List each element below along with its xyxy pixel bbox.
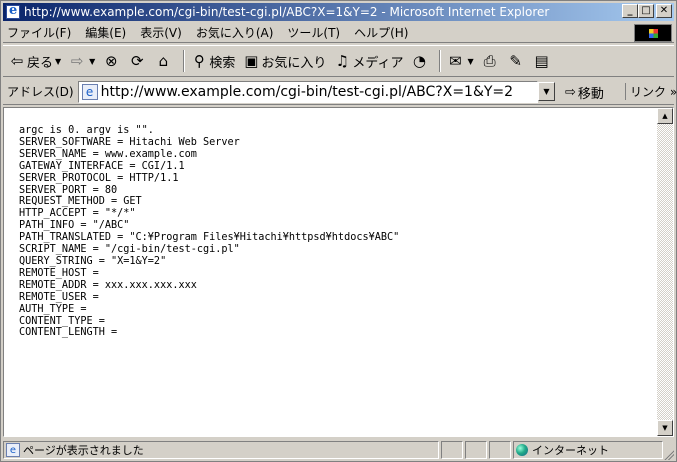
menu-help[interactable]: ヘルプ(H) — [354, 24, 408, 41]
status-text: ページが表示されました — [23, 444, 144, 457]
favorites-label: お気に入り — [261, 55, 327, 71]
menu-edit[interactable]: 編集(E) — [85, 24, 126, 41]
address-bar: アドレス(D) e http://www.example.com/cgi-bin… — [3, 79, 677, 105]
stop-button[interactable]: ⊗ — [101, 51, 121, 71]
forward-button[interactable]: ⇨ ▼ — [67, 51, 95, 71]
address-label: アドレス(D) — [7, 85, 74, 99]
forward-dropdown-icon[interactable]: ▼ — [89, 57, 95, 66]
output-line: SERVER_PORT = 80 — [19, 184, 118, 196]
output-line: SERVER_SOFTWARE = Hitachi Web Server — [19, 136, 240, 148]
title-bar[interactable]: http://www.example.com/cgi-bin/test-cgi.… — [3, 3, 674, 21]
windows-logo-throbber-icon — [634, 24, 672, 42]
status-panel — [441, 441, 463, 459]
back-dropdown-icon[interactable]: ▼ — [55, 57, 61, 66]
favorites-button[interactable]: ▣ お気に入り — [241, 51, 326, 71]
discuss-icon: ▤ — [534, 52, 549, 70]
output-line: argc is 0. argv is "". — [19, 125, 154, 136]
page-content[interactable]: argc is 0. argv is "". SERVER_SOFTWARE =… — [3, 107, 674, 437]
window-title: http://www.example.com/cgi-bin/test-cgi.… — [24, 5, 550, 19]
security-zone: インターネット — [513, 441, 663, 459]
scroll-up-button[interactable]: ▲ — [657, 108, 673, 124]
home-icon: ⌂ — [158, 52, 169, 70]
address-url[interactable]: http://www.example.com/cgi-bin/test-cgi.… — [101, 84, 513, 100]
media-icon: ♫ — [335, 52, 350, 70]
address-dropdown-button[interactable]: ▼ — [538, 82, 555, 101]
page-done-icon: e — [6, 443, 20, 457]
menu-tools[interactable]: ツール(T) — [287, 24, 340, 41]
status-panel — [489, 441, 511, 459]
status-bar: e ページが表示されました インターネット — [3, 440, 674, 460]
history-button[interactable]: ◔ — [409, 51, 429, 71]
output-line: CONTENT_TYPE = — [19, 315, 105, 327]
go-label: 移動 — [577, 87, 604, 102]
status-panel — [465, 441, 487, 459]
output-line: PATH_TRANSLATED = "C:¥Program Files¥Hita… — [19, 232, 400, 244]
cgi-output-text: argc is 0. argv is "". SERVER_SOFTWARE =… — [19, 125, 399, 339]
edit-button[interactable]: ✎ — [506, 51, 526, 71]
go-button[interactable]: ⇨ 移動 — [565, 83, 604, 102]
standard-toolbar: ⇦ 戻る ▼ ⇨ ▼ ⊗ ⟳ ⌂ ⚲ 検索 ▣ お気に入り ♫ メディア ◔ ✉… — [3, 45, 674, 77]
browser-window: http://www.example.com/cgi-bin/test-cgi.… — [0, 0, 677, 462]
favorites-icon: ▣ — [244, 52, 259, 70]
links-button[interactable]: リンク » — [625, 83, 677, 100]
output-line: AUTH_TYPE = — [19, 303, 87, 315]
resize-grip-icon[interactable] — [662, 448, 674, 460]
stop-icon: ⊗ — [105, 52, 118, 70]
output-line: REMOTE_HOST = — [19, 267, 99, 279]
print-button[interactable]: ⎙ — [480, 51, 500, 71]
home-button[interactable]: ⌂ — [153, 51, 173, 71]
output-line: QUERY_STRING = "X=1&Y=2" — [19, 255, 167, 267]
mail-button[interactable]: ✉ ▼ — [445, 51, 473, 71]
media-button[interactable]: ♫ メディア — [332, 51, 404, 71]
discuss-button[interactable]: ▤ — [532, 51, 552, 71]
status-main: e ページが表示されました — [3, 441, 439, 459]
address-field[interactable]: e http://www.example.com/cgi-bin/test-cg… — [77, 80, 538, 103]
output-line: SERVER_PROTOCOL = HTTP/1.1 — [19, 172, 179, 184]
refresh-icon: ⟳ — [131, 52, 144, 70]
output-line: GATEWAY_INTERFACE = CGI/1.1 — [19, 160, 185, 172]
close-button[interactable]: ✕ — [656, 4, 672, 18]
maximize-button[interactable]: □ — [638, 4, 654, 18]
output-line: REMOTE_ADDR = xxx.xxx.xxx.xxx — [19, 279, 197, 291]
menu-favorites[interactable]: お気に入り(A) — [196, 24, 274, 41]
search-icon: ⚲ — [193, 52, 205, 70]
scroll-down-button[interactable]: ▼ — [657, 420, 673, 436]
minimize-button[interactable]: _ — [622, 4, 638, 18]
history-icon: ◔ — [412, 52, 426, 70]
menu-bar: ファイル(F) 編集(E) 表示(V) お気に入り(A) ツール(T) ヘルプ(… — [3, 23, 674, 43]
search-label: 検索 — [209, 55, 236, 71]
back-button[interactable]: ⇦ 戻る ▼ — [7, 51, 61, 71]
search-button[interactable]: ⚲ 検索 — [189, 51, 236, 71]
internet-globe-icon — [516, 444, 528, 456]
output-line: HTTP_ACCEPT = "*/*" — [19, 208, 136, 220]
zone-label: インターネット — [532, 444, 609, 457]
print-icon: ⎙ — [483, 52, 496, 70]
ie-logo-icon — [6, 3, 20, 19]
menu-file[interactable]: ファイル(F) — [7, 24, 71, 41]
output-line: REQUEST_METHOD = GET — [19, 196, 142, 208]
output-line: SERVER_NAME = www.example.com — [19, 148, 197, 160]
refresh-button[interactable]: ⟳ — [127, 51, 147, 71]
output-line: CONTENT_LENGTH = — [19, 327, 118, 339]
output-line: REMOTE_USER = — [19, 291, 99, 303]
forward-arrow-icon: ⇨ — [70, 52, 84, 70]
output-line: PATH_INFO = "/ABC" — [19, 220, 130, 232]
media-label: メディア — [352, 55, 404, 71]
menu-view[interactable]: 表示(V) — [140, 24, 182, 41]
output-line: SCRIPT_NAME = "/cgi-bin/test-cgi.pl" — [19, 244, 240, 256]
mail-dropdown-icon[interactable]: ▼ — [467, 57, 473, 66]
mail-icon: ✉ — [449, 52, 462, 70]
toolbar-separator — [183, 50, 186, 72]
vertical-scrollbar[interactable]: ▲ ▼ — [657, 108, 673, 436]
edit-icon: ✎ — [509, 52, 522, 70]
back-arrow-icon: ⇦ — [10, 52, 24, 70]
page-icon: e — [81, 83, 98, 100]
go-arrow-icon: ⇨ — [565, 85, 576, 100]
toolbar-separator — [439, 50, 442, 72]
window-controls: _ □ ✕ — [622, 4, 672, 18]
back-label: 戻る — [27, 55, 54, 71]
